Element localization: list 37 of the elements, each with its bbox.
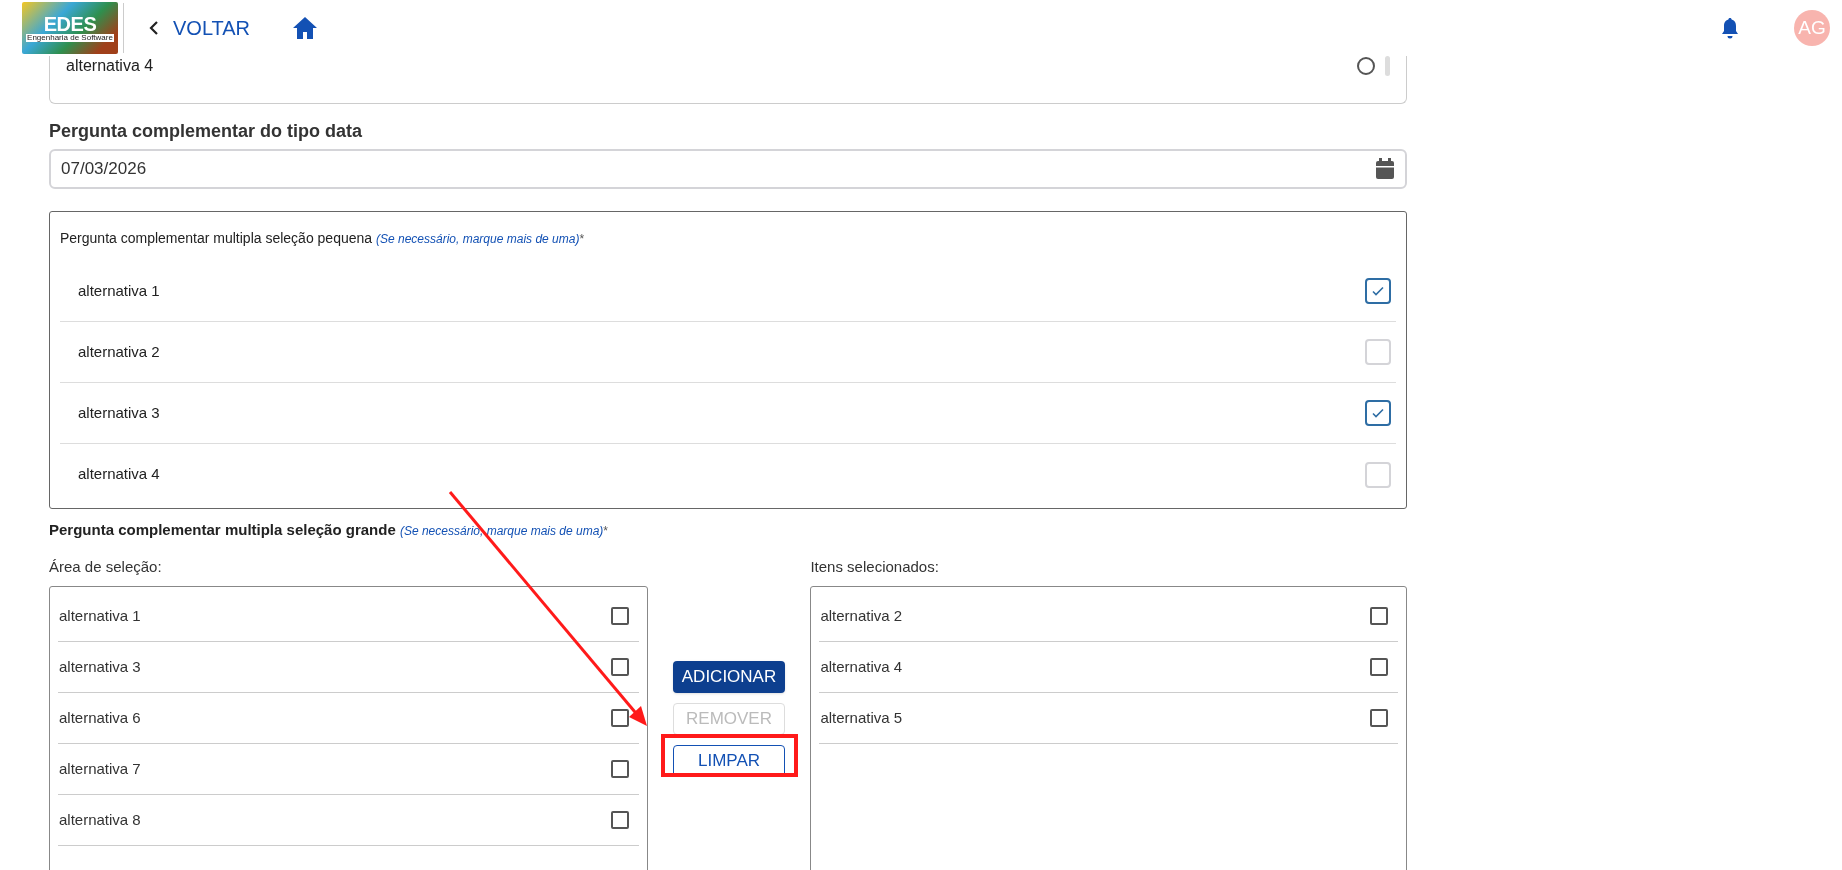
question-label: Pergunta complementar do tipo data bbox=[49, 120, 364, 143]
checkbox[interactable] bbox=[1370, 658, 1388, 676]
scrollbar[interactable] bbox=[1385, 56, 1390, 76]
list-title: Área de seleção: bbox=[49, 556, 163, 577]
list-item[interactable]: alternativa 4 bbox=[819, 642, 1398, 693]
checkbox[interactable] bbox=[610, 607, 629, 625]
checkbox[interactable] bbox=[1370, 709, 1388, 727]
logo[interactable]: EDES Engenharia de Software bbox=[22, 2, 118, 54]
option-row[interactable]: alternativa 3 bbox=[60, 383, 1396, 444]
checkbox[interactable] bbox=[1365, 278, 1391, 304]
list-item[interactable]: alternativa 7 bbox=[58, 744, 639, 795]
home-icon[interactable] bbox=[292, 16, 319, 40]
back-button[interactable]: VOLTAR bbox=[149, 13, 251, 43]
option-row[interactable]: alternativa 2 bbox=[60, 322, 1396, 383]
option-row[interactable]: alternativa 4 bbox=[60, 444, 1396, 505]
list-item[interactable]: alternativa 8 bbox=[58, 795, 639, 846]
list-title: Itens selecionados: bbox=[810, 556, 940, 577]
option-label: alternativa 4 bbox=[66, 56, 154, 76]
checkbox[interactable] bbox=[1365, 400, 1391, 426]
list-item[interactable]: alternativa 2 bbox=[819, 591, 1398, 642]
list-item[interactable]: alternativa 3 bbox=[58, 642, 639, 693]
question-label: Pergunta complementar multipla seleção grande (Se necessário, marque mais de uma)* bbox=[49, 520, 610, 540]
checkbox[interactable] bbox=[610, 760, 629, 778]
chevron-left-icon bbox=[149, 21, 159, 35]
action-button[interactable]: ADICIONAR bbox=[673, 660, 785, 693]
list-item[interactable]: alternativa 5 bbox=[819, 693, 1398, 744]
checkbox[interactable] bbox=[610, 709, 629, 727]
list-item[interactable]: alternativa 6 bbox=[58, 693, 639, 744]
calendar-icon bbox=[1375, 158, 1395, 180]
option-row[interactable]: alternativa 1 bbox=[60, 261, 1396, 322]
checkbox[interactable] bbox=[610, 658, 629, 676]
list-item[interactable]: alternativa 1 bbox=[58, 591, 639, 642]
date-field[interactable]: 07/03/2026 bbox=[49, 149, 1407, 189]
question-label: Pergunta complementar multipla seleção pequena (Se necessário, marque mais de uma)* bbox=[60, 229, 586, 248]
checkbox[interactable] bbox=[1370, 607, 1388, 625]
radio-button[interactable] bbox=[1357, 57, 1375, 75]
checkbox[interactable] bbox=[610, 811, 629, 829]
